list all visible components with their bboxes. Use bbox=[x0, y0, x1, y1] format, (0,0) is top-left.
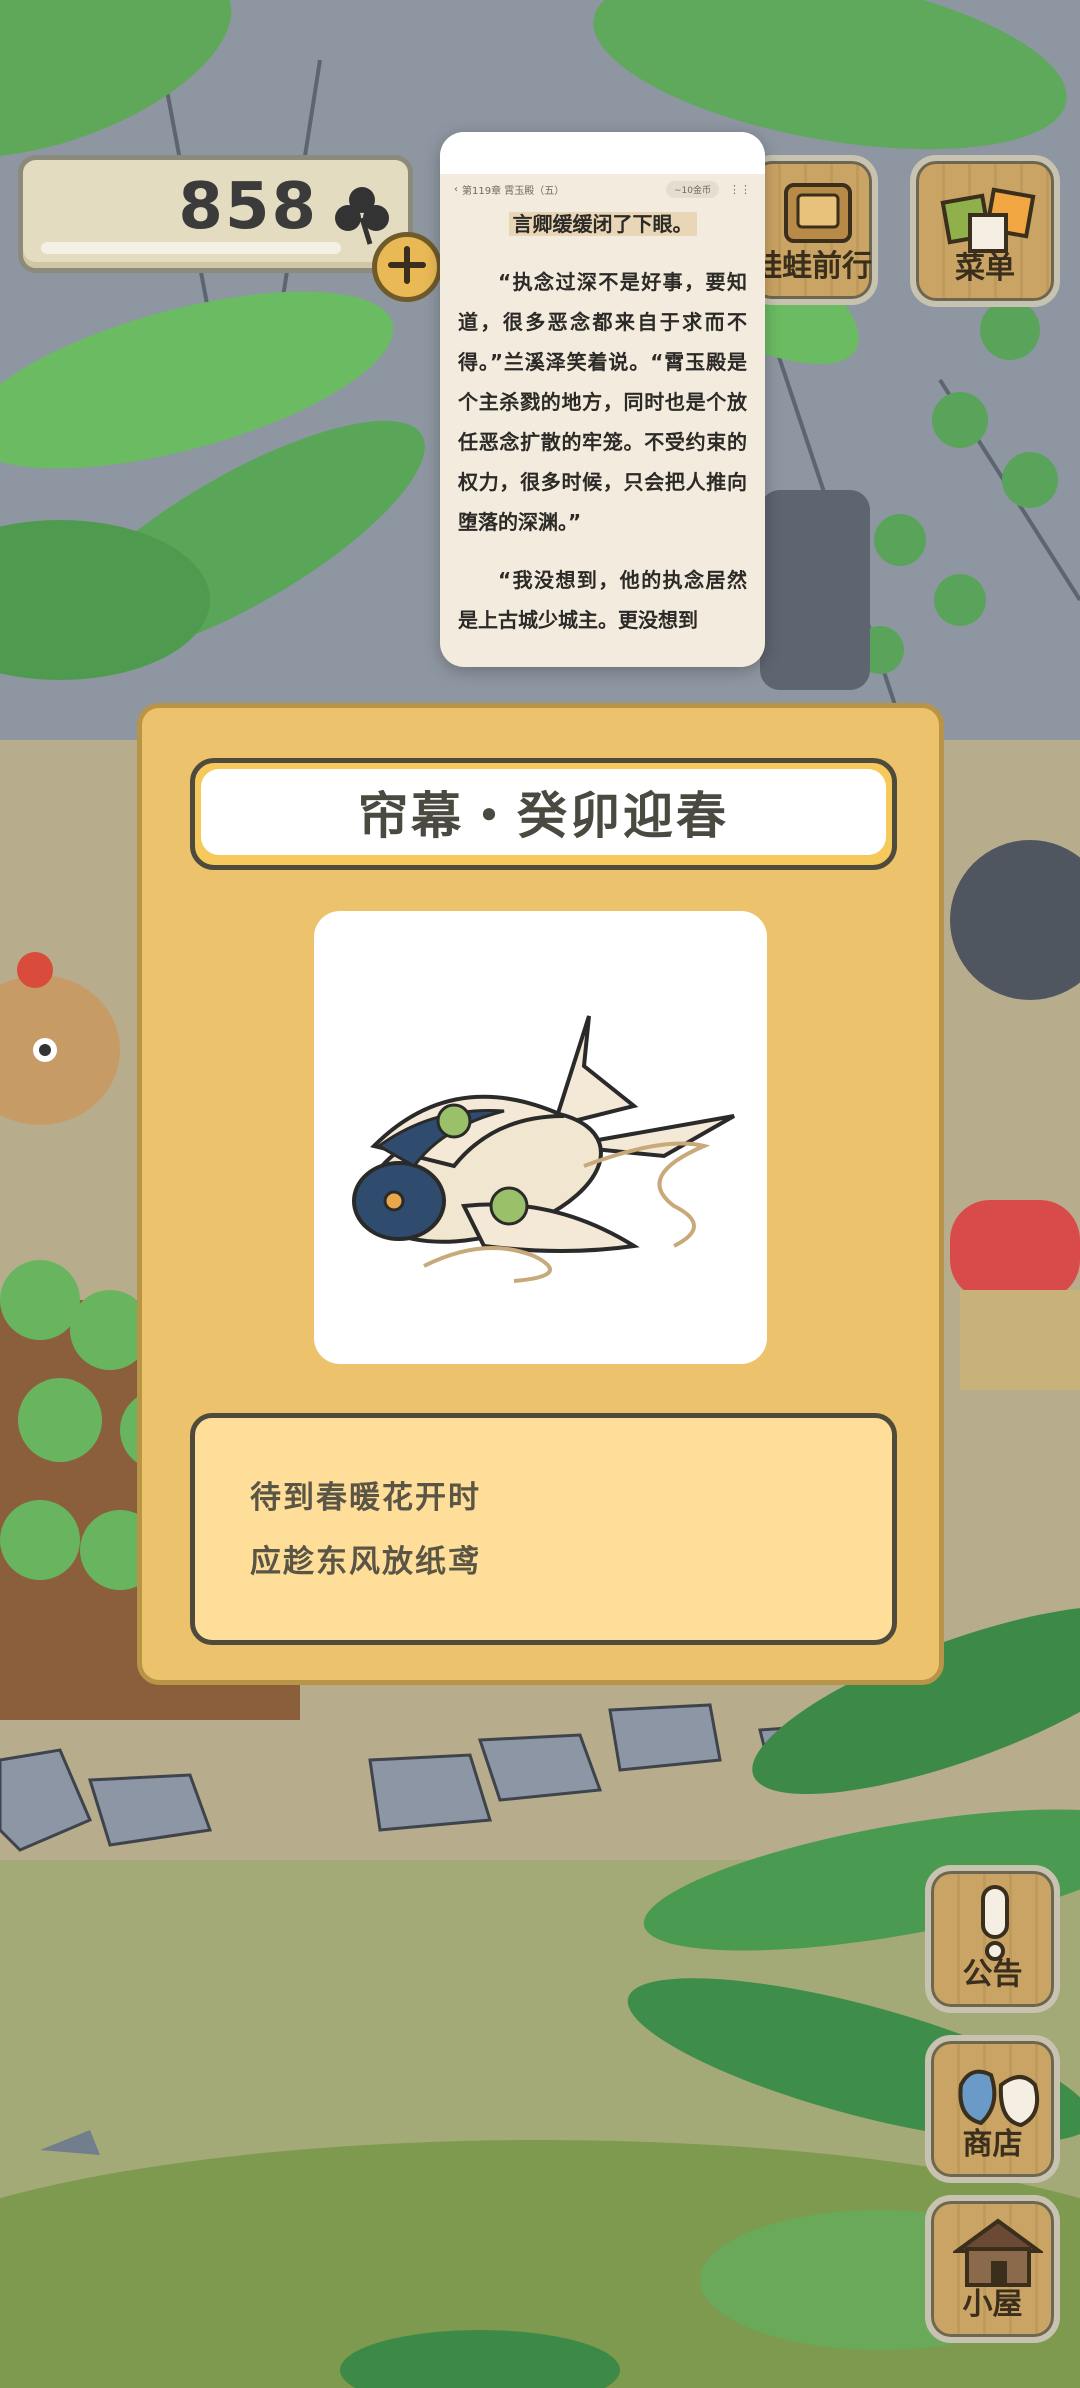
house-label: 小屋 bbox=[962, 2287, 1023, 2322]
clover-counter: 858 bbox=[18, 155, 413, 273]
item-description-box: 待到春暖花开时 应趁东风放纸鸢 bbox=[190, 1413, 897, 1645]
notice-button[interactable]: 公告 bbox=[925, 1865, 1060, 2013]
frog-trip-button[interactable]: 蛙蛙前行 bbox=[746, 155, 878, 305]
menu-label: 菜单 bbox=[955, 251, 1015, 286]
clover-icon bbox=[330, 182, 394, 246]
reader-body: 言卿缓缓闭了下眼。 “执念过深不是好事，要知道，很多恶念都来自于求而不得。”兰溪… bbox=[440, 204, 765, 640]
reader-header: ‹ 第119章 霄玉殿（五） ~10金币 ⋮⋮ bbox=[440, 174, 765, 204]
reader-paragraph: 言卿缓缓闭了下眼。 bbox=[458, 204, 747, 244]
reader-chapter-title: 第119章 霄玉殿（五） bbox=[462, 185, 565, 197]
item-title-box: 帘幕・癸卯迎春 bbox=[190, 758, 897, 870]
frog-trip-label: 蛙蛙前行 bbox=[752, 249, 872, 284]
item-description-line: 待到春暖花开时 bbox=[250, 1480, 481, 1516]
counter-bar bbox=[41, 242, 341, 254]
notice-label: 公告 bbox=[962, 1957, 1023, 1992]
item-dialog[interactable]: 帘幕・癸卯迎春 待到春暖花开时 应趁东风放纸鸢 bbox=[137, 703, 944, 1685]
reader-overlay[interactable]: ‹ 第119章 霄玉殿（五） ~10金币 ⋮⋮ 言卿缓缓闭了下眼。 “执念过深不… bbox=[440, 132, 765, 667]
reader-coin-pill[interactable]: ~10金币 bbox=[666, 180, 719, 198]
menu-button[interactable]: 菜单 bbox=[910, 155, 1060, 307]
grid-icon[interactable]: ⋮⋮ bbox=[729, 183, 751, 196]
plus-icon bbox=[387, 245, 427, 289]
house-button[interactable]: 小屋 bbox=[925, 2195, 1060, 2343]
reader-paragraph: “执念过深不是好事，要知道，很多恶念都来自于求而不得。”兰溪泽笑着说。“霄玉殿是… bbox=[458, 270, 747, 534]
shop-button[interactable]: 商店 bbox=[925, 2035, 1060, 2183]
shop-label: 商店 bbox=[962, 2127, 1023, 2162]
item-image bbox=[314, 911, 767, 1364]
swallow-kite-icon bbox=[334, 1006, 754, 1300]
item-title: 帘幕・癸卯迎春 bbox=[358, 787, 729, 845]
reader-topbar bbox=[440, 132, 765, 174]
add-clover-button[interactable] bbox=[372, 232, 442, 302]
back-chevron-icon[interactable]: ‹ bbox=[454, 184, 458, 195]
reader-paragraph: “我没想到，他的执念居然是上古城少城主。更没想到 bbox=[458, 568, 747, 632]
item-title-inner: 帘幕・癸卯迎春 bbox=[201, 769, 886, 855]
clover-count: 858 bbox=[178, 170, 318, 244]
item-description-line: 应趁东风放纸鸢 bbox=[250, 1544, 481, 1580]
